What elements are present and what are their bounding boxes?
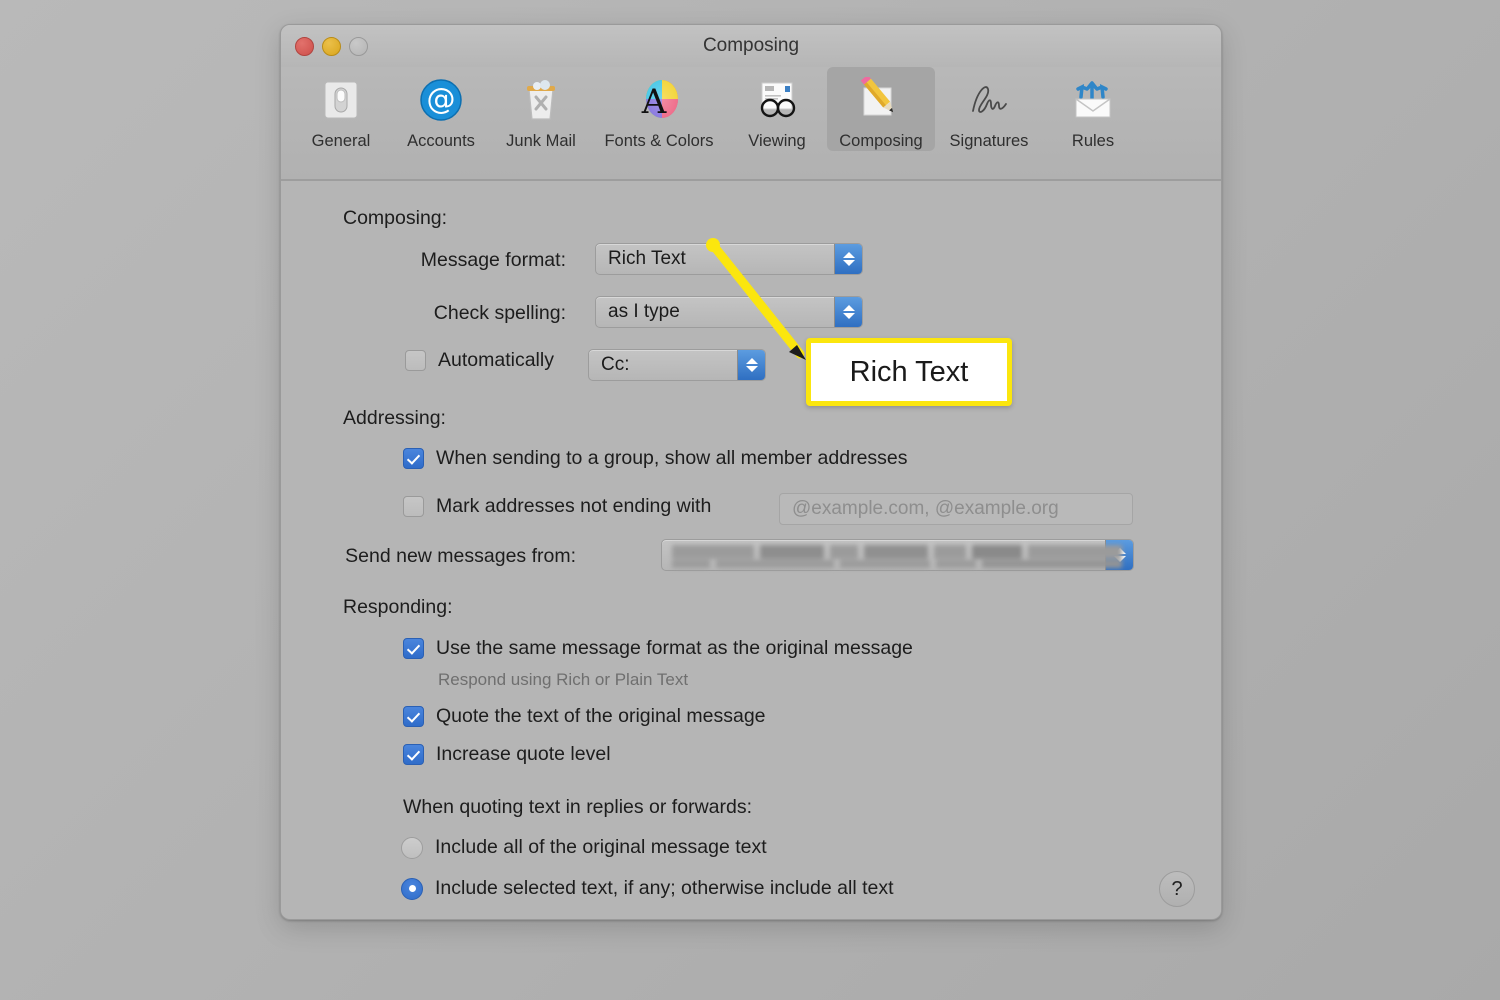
toolbar-item-junk-mail[interactable]: Junk Mail [491, 67, 591, 151]
group-addresses-label: When sending to a group, show all member… [436, 447, 908, 469]
radio-include-all[interactable] [401, 836, 423, 859]
radio-include-selected-label: Include selected text, if any; otherwise… [435, 877, 894, 899]
toolbar-item-label: Fonts & Colors [604, 132, 714, 150]
responding-section-heading: Responding: [343, 596, 453, 618]
help-button[interactable]: ? [1159, 871, 1195, 907]
toolbar-item-label: Signatures [949, 132, 1029, 150]
toolbar-item-label: Composing [839, 132, 923, 150]
quote-text-label: Quote the text of the original message [436, 705, 766, 727]
toolbar-item-fonts-colors[interactable]: A Fonts & Colors [591, 67, 727, 151]
check-spelling-label: Check spelling: [433, 302, 566, 324]
chevron-up-icon [745, 358, 758, 364]
preferences-toolbar: General @ Accounts Junk Mail A Fonts & C… [281, 67, 1221, 181]
message-format-label: Message format: [420, 249, 566, 271]
radio-include-all-label: Include all of the original message text [435, 836, 767, 858]
chevron-down-icon [842, 313, 855, 319]
same-format-row[interactable]: Use the same message format as the origi… [403, 637, 913, 660]
quoting-heading: When quoting text in replies or forwards… [403, 796, 753, 818]
window-titlebar: Composing [281, 25, 1221, 67]
toolbar-item-accounts[interactable]: @ Accounts [391, 67, 491, 151]
same-format-label: Use the same message format as the origi… [436, 637, 913, 659]
mark-addresses-checkbox[interactable] [403, 496, 424, 517]
annotation-callout-text: Rich Text [849, 355, 969, 388]
font-color-wheel-icon: A [632, 73, 686, 127]
mark-addresses-label: Mark addresses not ending with [436, 495, 712, 517]
toolbar-item-label: Accounts [407, 132, 475, 150]
send-from-redacted-value [672, 545, 1122, 568]
annotation-callout: Rich Text [806, 338, 1012, 406]
chevron-down-icon [842, 260, 855, 266]
toolbar-item-label: Junk Mail [506, 132, 576, 150]
general-switch-icon [314, 73, 368, 127]
composing-preferences-window: Composing General @ Accounts Junk Mail A… [280, 24, 1222, 920]
automatically-field-select[interactable]: Cc: [588, 349, 766, 381]
glasses-letter-icon [750, 73, 804, 127]
trash-can-icon [514, 73, 568, 127]
pencil-paper-icon [854, 73, 908, 127]
send-from-select[interactable] [661, 539, 1134, 571]
screen: Composing General @ Accounts Junk Mail A… [0, 0, 1500, 1000]
toolbar-item-label: Viewing [748, 132, 806, 150]
radio-include-all-row[interactable]: Include all of the original message text [401, 836, 767, 859]
toolbar-item-general[interactable]: General [291, 67, 391, 151]
message-format-value: Rich Text [608, 248, 686, 269]
chevron-up-icon [842, 252, 855, 258]
check-spelling-select[interactable]: as I type [595, 296, 863, 328]
quote-text-row[interactable]: Quote the text of the original message [403, 705, 766, 728]
check-spelling-value: as I type [608, 301, 680, 322]
increase-quote-checkbox[interactable] [403, 744, 424, 765]
toolbar-item-label: Rules [1071, 132, 1115, 150]
automatically-checkbox[interactable] [405, 350, 426, 371]
mark-addresses-input[interactable]: @example.com, @example.org [779, 493, 1133, 525]
check-spelling-stepper[interactable] [834, 297, 862, 327]
chevron-up-icon [842, 305, 855, 311]
radio-include-selected[interactable] [401, 877, 423, 900]
message-format-stepper[interactable] [834, 244, 862, 274]
toolbar-item-rules[interactable]: Rules [1043, 67, 1143, 151]
svg-text:A: A [641, 82, 667, 122]
automatically-field-stepper[interactable] [737, 350, 765, 380]
mark-addresses-placeholder: @example.com, @example.org [792, 498, 1059, 519]
toolbar-item-label: General [311, 132, 371, 150]
signature-icon [962, 73, 1016, 127]
group-addresses-checkbox[interactable] [403, 448, 424, 469]
message-format-select[interactable]: Rich Text [595, 243, 863, 275]
chevron-down-icon [745, 366, 758, 372]
automatically-field-value: Cc: [601, 354, 630, 375]
automatically-checkbox-row[interactable]: Automatically [405, 349, 554, 372]
send-from-label: Send new messages from: [345, 545, 576, 567]
mark-addresses-row[interactable]: Mark addresses not ending with [403, 495, 711, 518]
same-format-sublabel: Respond using Rich or Plain Text [438, 670, 689, 689]
toolbar-item-signatures[interactable]: Signatures [935, 67, 1043, 151]
automatically-label: Automatically [438, 349, 554, 371]
increase-quote-label: Increase quote level [436, 743, 611, 765]
increase-quote-row[interactable]: Increase quote level [403, 743, 611, 766]
window-title: Composing [702, 35, 800, 56]
help-button-label: ? [1171, 877, 1183, 900]
same-format-checkbox[interactable] [403, 638, 424, 659]
quote-text-checkbox[interactable] [403, 706, 424, 727]
group-addresses-row[interactable]: When sending to a group, show all member… [403, 447, 908, 470]
toolbar-item-viewing[interactable]: Viewing [727, 67, 827, 151]
envelope-arrows-icon [1066, 73, 1120, 127]
addressing-section-heading: Addressing: [343, 407, 446, 429]
svg-text:@: @ [427, 82, 456, 116]
composing-section-heading: Composing: [343, 207, 448, 229]
toolbar-item-composing[interactable]: Composing [827, 67, 935, 151]
radio-include-selected-row[interactable]: Include selected text, if any; otherwise… [401, 877, 894, 900]
composing-settings-pane: Composing: Message format: Rich Text Che… [281, 181, 1221, 917]
at-sign-icon: @ [414, 73, 468, 127]
